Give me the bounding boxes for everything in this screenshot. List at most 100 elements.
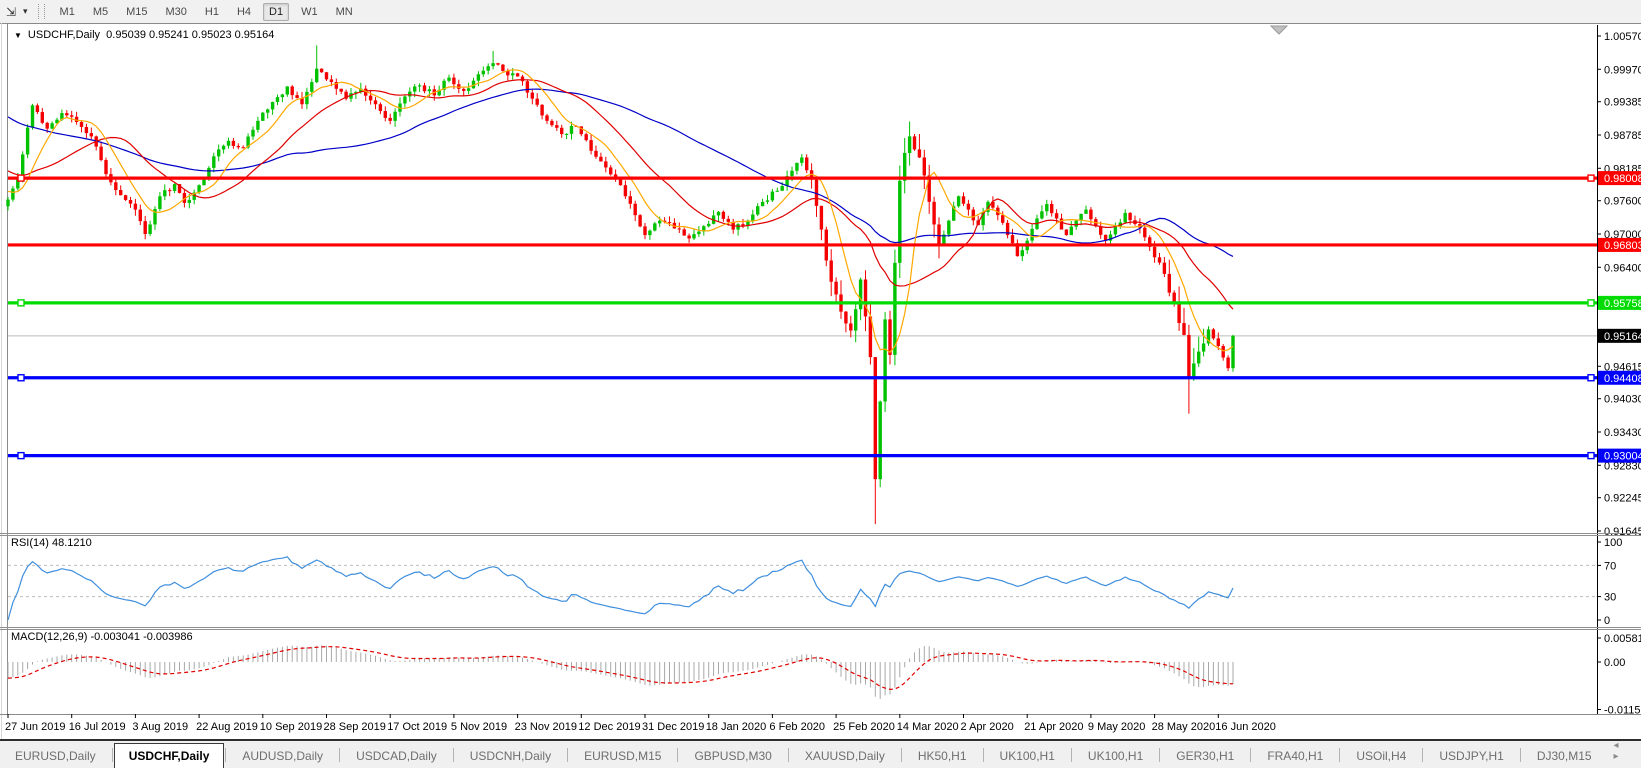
candle-body xyxy=(829,260,833,282)
chart-tab-hk50-h1[interactable]: HK50,H1 xyxy=(903,744,982,768)
chart-tab-usdcad-daily[interactable]: USDCAD,Daily xyxy=(341,744,452,768)
price-tick-label: 0.98785 xyxy=(1604,130,1641,142)
candle-body xyxy=(1216,338,1220,347)
date-tick-label: 6 Feb 2020 xyxy=(769,721,825,733)
timeframe-button-d1[interactable]: D1 xyxy=(263,2,290,21)
chart-tab-fra40-h1[interactable]: FRA40,H1 xyxy=(1252,744,1338,768)
candle-body xyxy=(643,226,647,236)
timeframe-button-m15[interactable]: M15 xyxy=(120,3,153,21)
chart-tab-usoil-h4[interactable]: USOil,H4 xyxy=(1341,744,1421,768)
date-tick-label: 2 Apr 2020 xyxy=(961,721,1014,733)
chevron-down-icon[interactable]: ▾ xyxy=(23,6,28,17)
chart-tab-dj30-m15[interactable]: DJ30,M15 xyxy=(1522,744,1607,768)
chart-tab-eurusd-m15[interactable]: EURUSD,M15 xyxy=(569,744,676,768)
timeframe-button-mn[interactable]: MN xyxy=(330,3,359,21)
candle-body xyxy=(339,88,343,92)
candle-body xyxy=(756,206,760,215)
candle-body xyxy=(1231,335,1235,369)
chart-menu-icon[interactable]: ▼ xyxy=(14,31,22,40)
candle-body xyxy=(525,81,530,93)
candle-body xyxy=(854,309,858,331)
candle-body xyxy=(697,231,701,235)
macd-tick-label: 0.00 xyxy=(1604,657,1625,669)
price-tick-label: 0.93430 xyxy=(1604,427,1641,439)
rsi-tick-label: 100 xyxy=(1604,537,1622,549)
hline-handle[interactable] xyxy=(17,299,25,307)
chart-tab-audusd-daily[interactable]: AUDUSD,Daily xyxy=(227,744,338,768)
hline-handle[interactable] xyxy=(1587,299,1595,307)
candle-body xyxy=(1221,346,1225,358)
candle-body xyxy=(241,147,245,149)
candle-body xyxy=(403,96,407,104)
candle-body xyxy=(324,72,329,80)
chart-tab-uk100-h1[interactable]: UK100,H1 xyxy=(1073,744,1158,768)
toolbar: ⇲ ▾ M1 M5 M15 M30 H1 H4 D1 W1 MN xyxy=(0,0,1641,24)
price-tick-label: 0.94030 xyxy=(1604,394,1641,406)
candle-body xyxy=(751,214,755,221)
candle-body xyxy=(956,196,961,207)
candle-body xyxy=(1089,209,1093,220)
hline-handle[interactable] xyxy=(17,174,25,182)
candle-body xyxy=(486,66,490,71)
chart-tab-uk100-h1[interactable]: UK100,H1 xyxy=(985,744,1070,768)
timeframe-button-m30[interactable]: M30 xyxy=(160,3,193,21)
hline-label: 0.93004 xyxy=(1604,451,1641,463)
candle-body xyxy=(1050,204,1054,214)
candle-body xyxy=(795,162,799,171)
rsi-tick-label: 30 xyxy=(1604,592,1616,604)
candle-body xyxy=(780,186,784,191)
chart-tab-usdcnh-daily[interactable]: USDCNH,Daily xyxy=(455,744,566,768)
candle-body xyxy=(878,401,882,480)
candle-body xyxy=(873,357,877,480)
tab-separator xyxy=(225,748,227,762)
timeframe-button-m1[interactable]: M1 xyxy=(54,3,81,21)
timeframe-button-w1[interactable]: W1 xyxy=(295,3,324,21)
chart-tab-usdchf-daily[interactable]: USDCHF,Daily xyxy=(113,743,225,768)
hline-handle[interactable] xyxy=(1587,374,1595,382)
candle-body xyxy=(256,120,260,130)
tab-separator xyxy=(1422,748,1424,762)
candle-body xyxy=(319,68,324,73)
tab-separator xyxy=(1339,748,1341,762)
toolbar-grip[interactable] xyxy=(37,4,45,19)
hline-handle[interactable] xyxy=(1587,174,1595,182)
candle-body xyxy=(569,125,574,134)
chart-tab-usdjpy-h1[interactable]: USDJPY,H1 xyxy=(1424,744,1518,768)
hline-label: 0.94408 xyxy=(1604,373,1641,385)
candle-body xyxy=(329,79,334,83)
tab-scroll-right-icon[interactable]: ▸ xyxy=(1614,751,1619,762)
candle-body xyxy=(1197,351,1201,364)
rsi-tick-label: 0 xyxy=(1604,615,1610,627)
chart-tab-eurusd-daily[interactable]: EURUSD,Daily xyxy=(0,744,111,768)
chart-tab-gbpusd-m30[interactable]: GBPUSD,M30 xyxy=(679,744,786,768)
candle-body xyxy=(417,85,422,87)
candle-body xyxy=(1192,363,1196,378)
price-chart: 1.005700.999700.993850.987850.981850.976… xyxy=(0,23,1641,739)
candle-body xyxy=(677,228,681,230)
candle-body xyxy=(285,86,289,95)
hline-handle[interactable] xyxy=(1587,451,1595,460)
candle-body xyxy=(138,209,142,222)
tab-separator xyxy=(677,748,679,762)
candle-body xyxy=(447,77,451,81)
candle-body xyxy=(261,112,265,121)
candle-body xyxy=(408,91,412,97)
date-tick-label: 12 Dec 2019 xyxy=(578,721,640,733)
hline-handle[interactable] xyxy=(17,374,25,382)
hline-handle[interactable] xyxy=(17,451,25,460)
timeframe-button-h1[interactable]: H1 xyxy=(199,3,225,21)
candle-body xyxy=(545,115,549,121)
chart-tab-xauusd-daily[interactable]: XAUUSD,Daily xyxy=(790,744,900,768)
timeframe-button-h4[interactable]: H4 xyxy=(231,3,257,21)
chart-tab-ger30-h1[interactable]: GER30,H1 xyxy=(1161,744,1249,768)
candle-body xyxy=(89,133,93,137)
timeframe-button-m5[interactable]: M5 xyxy=(87,3,114,21)
timeframe-buttons: M1 M5 M15 M30 H1 H4 D1 W1 MN xyxy=(51,2,362,21)
candle-body xyxy=(790,170,794,177)
crosshair-tool-icon[interactable]: ⇲ xyxy=(3,4,19,20)
tab-scroll-left-icon[interactable]: ◂ xyxy=(1614,740,1619,751)
candle-body xyxy=(922,157,926,176)
candle-body xyxy=(888,319,892,355)
candle-body xyxy=(1152,246,1157,258)
candle-body xyxy=(168,190,172,192)
